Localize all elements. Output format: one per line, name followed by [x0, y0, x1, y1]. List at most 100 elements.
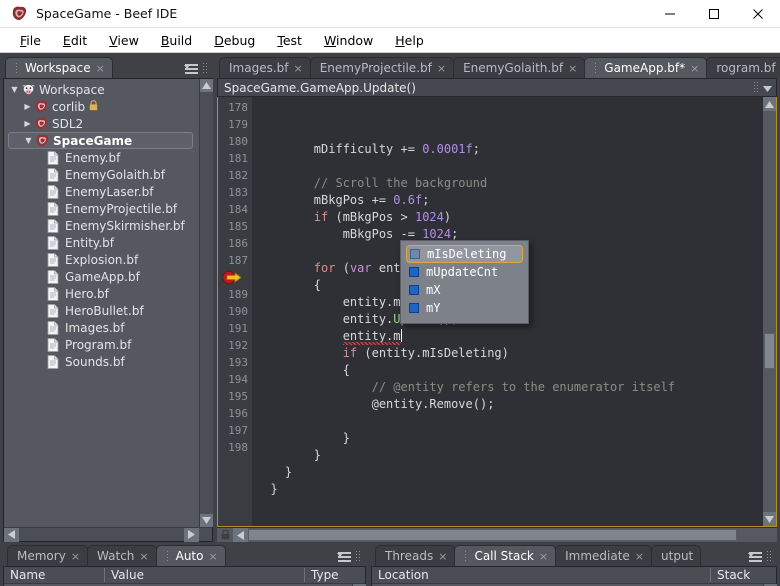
- menu-debug[interactable]: Debug: [203, 28, 266, 53]
- menu-build[interactable]: Build: [150, 28, 203, 53]
- autocomplete-item[interactable]: mY: [401, 299, 528, 317]
- column-header-stack[interactable]: Stack: [710, 568, 750, 582]
- workspace-hscrollbar[interactable]: [4, 527, 212, 542]
- tree-item-images-bf[interactable]: Images.bf: [4, 319, 199, 336]
- workspace-hscroll-track[interactable]: [19, 528, 184, 542]
- editor-vscrollbar[interactable]: [762, 97, 776, 526]
- code-line[interactable]: if (entity.mIsDeleting): [252, 345, 762, 362]
- column-header-name[interactable]: Name: [4, 568, 104, 582]
- menu-edit[interactable]: Edit: [52, 28, 98, 53]
- tree-expander-icon[interactable]: ▼: [22, 136, 35, 145]
- code-line[interactable]: // @entity refers to the enumerator itse…: [252, 379, 762, 396]
- scroll-down-icon[interactable]: [199, 514, 213, 527]
- code-line[interactable]: }: [252, 464, 762, 481]
- tree-item-sounds-bf[interactable]: Sounds.bf: [4, 353, 199, 370]
- menu-file[interactable]: File: [9, 28, 52, 53]
- panel-menu-icon[interactable]: [184, 63, 198, 74]
- tree-item-enemylaser-bf[interactable]: EnemyLaser.bf: [4, 183, 199, 200]
- code-line[interactable]: {: [252, 362, 762, 379]
- code-line[interactable]: }: [252, 481, 762, 498]
- editor-hscroll-thumb[interactable]: [248, 529, 738, 541]
- code-line[interactable]: mBkgPos += 0.6f;: [252, 192, 762, 209]
- panel-menu-icon[interactable]: [748, 551, 762, 562]
- auto-tab-watch[interactable]: Watch ×: [87, 545, 157, 566]
- autocomplete-item[interactable]: mIsDeleting: [406, 245, 524, 263]
- auto-tab-memory[interactable]: Memory ×: [7, 545, 89, 566]
- code-line[interactable]: }: [252, 430, 762, 447]
- cs-tab-threads[interactable]: Threads ×: [375, 545, 456, 566]
- tab-close-icon[interactable]: ×: [635, 550, 644, 563]
- editor-tab-rogram-bf[interactable]: rogram.bf: [706, 57, 780, 78]
- menu-view[interactable]: View: [98, 28, 150, 53]
- scroll-left-icon[interactable]: [4, 527, 19, 542]
- project-tree[interactable]: ▼ Workspace ▶ corlib ▶ SDL2 ▼ SpaceGame Enemy.bf…: [4, 79, 199, 527]
- autocomplete-popup[interactable]: mIsDeleting mUpdateCnt mX mY: [400, 240, 530, 324]
- minimize-button[interactable]: [648, 0, 692, 28]
- maximize-button[interactable]: [692, 0, 736, 28]
- editor-tab-enemyprojectile-bf[interactable]: EnemyProjectile.bf ×: [309, 57, 455, 78]
- tab-close-icon[interactable]: ×: [294, 62, 303, 75]
- tab-close-icon[interactable]: ×: [690, 62, 699, 75]
- tab-close-icon[interactable]: ×: [539, 550, 548, 563]
- editor-hscroll-track[interactable]: [248, 528, 763, 542]
- scroll-right-icon[interactable]: [184, 527, 199, 542]
- column-header-value[interactable]: Value: [104, 568, 304, 582]
- navbar-grip-icon[interactable]: [753, 81, 758, 94]
- editor-tab-enemygolaith-bf[interactable]: EnemyGolaith.bf ×: [453, 57, 586, 78]
- tree-item-explosion-bf[interactable]: Explosion.bf: [4, 251, 199, 268]
- code-line[interactable]: entity.m: [252, 328, 762, 345]
- tree-expander-icon[interactable]: ▶: [21, 102, 34, 111]
- tab-grip-icon[interactable]: [594, 62, 599, 74]
- code-line[interactable]: @entity.Remove();: [252, 396, 762, 413]
- cs-tab-immediate[interactable]: Immediate ×: [555, 545, 653, 566]
- column-header-location[interactable]: Location: [372, 568, 710, 582]
- tree-item-gameapp-bf[interactable]: GameApp.bf: [4, 268, 199, 285]
- navbar-dropdown-icon[interactable]: [763, 81, 772, 95]
- tab-close-icon[interactable]: ×: [568, 62, 577, 75]
- menu-help[interactable]: Help: [384, 28, 435, 53]
- scroll-up-icon[interactable]: [199, 79, 213, 92]
- menu-test[interactable]: Test: [266, 28, 313, 53]
- code-line[interactable]: [252, 413, 762, 430]
- editor-scroll-track[interactable]: [763, 111, 776, 512]
- autocomplete-item[interactable]: mUpdateCnt: [401, 263, 528, 281]
- close-button[interactable]: [736, 0, 780, 28]
- panel-grip-icon[interactable]: [202, 62, 207, 75]
- code-text-area[interactable]: mDifficulty += 0.0001f; // Scroll the ba…: [252, 97, 762, 526]
- code-line[interactable]: mDifficulty += 0.0001f;: [252, 141, 762, 158]
- tab-close-icon[interactable]: ×: [71, 550, 80, 563]
- tab-grip-icon[interactable]: [165, 550, 170, 562]
- editor-scroll-left-icon[interactable]: [233, 528, 248, 542]
- column-header-type[interactable]: Type: [304, 568, 339, 582]
- autocomplete-item[interactable]: mX: [401, 281, 528, 299]
- tree-item-entity-bf[interactable]: Entity.bf: [4, 234, 199, 251]
- tab-workspace[interactable]: Workspace ×: [5, 57, 113, 78]
- tree-item-workspace[interactable]: ▼ Workspace: [4, 81, 199, 98]
- panel-grip-icon[interactable]: [355, 550, 360, 563]
- panel-menu-icon[interactable]: [337, 551, 351, 562]
- workspace-scroll-track[interactable]: [199, 92, 213, 514]
- tree-item-hero-bf[interactable]: Hero.bf: [4, 285, 199, 302]
- tree-item-enemyskirmisher-bf[interactable]: EnemySkirmisher.bf: [4, 217, 199, 234]
- editor-scroll-thumb[interactable]: [764, 333, 775, 369]
- tree-item-herobullet-bf[interactable]: HeroBullet.bf: [4, 302, 199, 319]
- tab-close-icon[interactable]: ×: [437, 62, 446, 75]
- editor-scroll-down-icon[interactable]: [763, 512, 776, 526]
- tab-close-icon[interactable]: ×: [96, 62, 105, 75]
- tree-item-program-bf[interactable]: Program.bf: [4, 336, 199, 353]
- cs-tab-utput[interactable]: utput: [651, 545, 702, 566]
- cs-tab-call-stack[interactable]: Call Stack ×: [454, 545, 557, 566]
- code-line[interactable]: // Scroll the background: [252, 175, 762, 192]
- tree-item-enemygolaith-bf[interactable]: EnemyGolaith.bf: [4, 166, 199, 183]
- panel-grip-icon[interactable]: [766, 550, 771, 563]
- tab-grip-icon[interactable]: [15, 62, 19, 74]
- tab-close-icon[interactable]: ×: [438, 550, 447, 563]
- auto-tab-auto[interactable]: Auto ×: [155, 545, 226, 566]
- tree-expander-icon[interactable]: ▼: [8, 85, 21, 94]
- editor-scroll-up-icon[interactable]: [763, 97, 776, 111]
- tree-item-corlib[interactable]: ▶ corlib: [4, 98, 199, 115]
- code-line[interactable]: [252, 158, 762, 175]
- editor-hscrollbar[interactable]: [217, 527, 777, 542]
- tree-item-sdl2[interactable]: ▶ SDL2: [4, 115, 199, 132]
- code-line[interactable]: }: [252, 447, 762, 464]
